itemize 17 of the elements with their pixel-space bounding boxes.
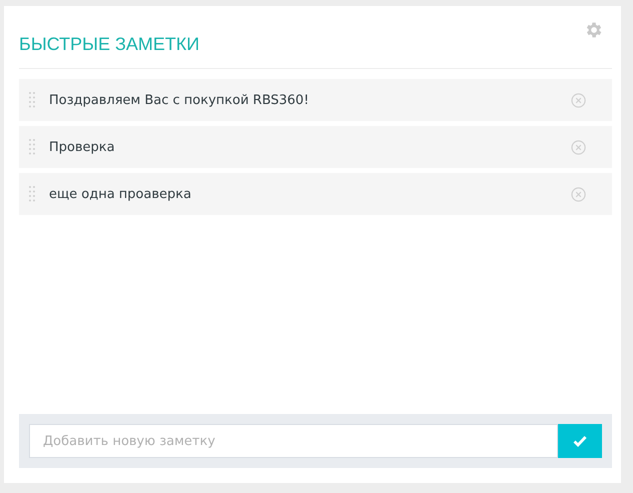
note-text: Проверка bbox=[49, 140, 116, 154]
drag-handle-icon[interactable] bbox=[28, 138, 36, 156]
new-note-field[interactable]: Добавить новую заметку bbox=[29, 424, 558, 458]
note-text: Поздравляем Вас с покупкой RBS360! bbox=[49, 92, 310, 108]
note-item[interactable]: еще одна проаверка bbox=[19, 173, 612, 215]
panel-title: БЫСТРЫЕ ЗАМЕТКИ bbox=[19, 32, 200, 54]
remove-icon[interactable] bbox=[571, 186, 586, 202]
note-item[interactable]: Проверка bbox=[19, 126, 612, 168]
remove-icon[interactable] bbox=[571, 92, 586, 108]
drag-handle-icon[interactable] bbox=[28, 185, 36, 203]
check-icon bbox=[573, 435, 587, 447]
settings-icon[interactable] bbox=[584, 20, 604, 40]
note-item[interactable]: Поздравляем Вас с покупкой RBS360! bbox=[19, 79, 612, 121]
submit-button[interactable] bbox=[558, 424, 602, 458]
note-text: еще одна проаверка bbox=[49, 186, 192, 202]
drag-handle-icon[interactable] bbox=[28, 91, 36, 109]
remove-icon[interactable] bbox=[571, 140, 586, 154]
